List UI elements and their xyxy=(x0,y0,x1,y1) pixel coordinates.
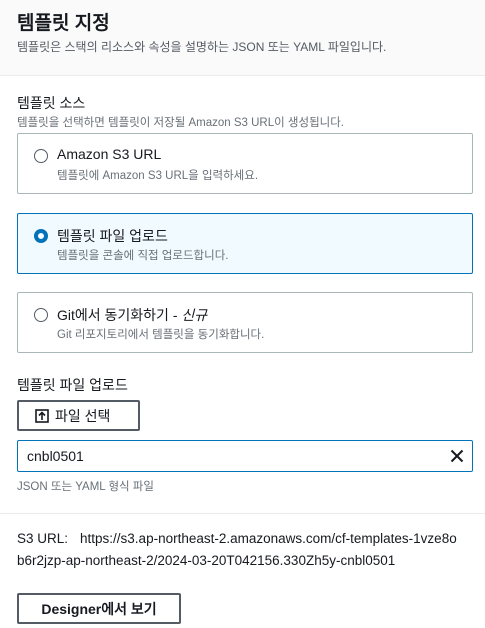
upload-icon xyxy=(35,408,49,423)
radio-upload-template-file[interactable] xyxy=(34,229,48,243)
radio-sync-from-git[interactable] xyxy=(34,308,48,322)
template-source-description: 템플릿을 선택하면 템플릿이 저장될 Amazon S3 URL이 생성됩니다. xyxy=(17,117,344,129)
page-title: 템플릿 지정 xyxy=(17,13,110,34)
view-in-designer-button[interactable]: Designer에서 보기 xyxy=(17,593,181,624)
option-upload-template-file[interactable]: 템플릿 파일 업로드 템플릿을 콘솔에 직접 업로드합니다. xyxy=(17,213,473,274)
option-title: 템플릿 파일 업로드 xyxy=(57,228,168,244)
divider xyxy=(0,513,485,514)
option-sync-from-git[interactable]: Git에서 동기화하기 - 신규 Git 리포지토리에서 템플릿을 동기화합니다… xyxy=(17,292,473,353)
s3-url: S3 URL: https://s3.ap-northeast-2.amazona… xyxy=(17,528,457,572)
upload-label: 템플릿 파일 업로드 xyxy=(17,377,128,393)
option-title: Git에서 동기화하기 - 신규 xyxy=(57,305,207,325)
clear-icon[interactable] xyxy=(450,449,464,463)
file-name: cnbl0501 xyxy=(27,448,84,464)
choose-file-button[interactable]: 파일 선택 xyxy=(17,400,140,431)
template-source-label: 템플릿 소스 xyxy=(17,95,86,111)
file-format-hint: JSON 또는 YAML 형식 파일 xyxy=(17,481,154,493)
option-amazon-s3-url[interactable]: Amazon S3 URL 템플릿에 Amazon S3 URL을 입력하세요. xyxy=(17,133,473,194)
s3-url-value: https://s3.ap-northeast-2.amazonaws.com/… xyxy=(17,531,457,568)
selected-file-field[interactable]: cnbl0501 xyxy=(17,440,473,472)
new-badge: 신규 xyxy=(181,307,208,323)
radio-amazon-s3-url[interactable] xyxy=(34,149,48,163)
option-description: Git 리포지토리에서 템플릿을 동기화합니다. xyxy=(57,329,265,341)
s3-url-label: S3 URL: xyxy=(17,531,69,546)
page-description: 템플릿은 스택의 리소스와 속성을 설명하는 JSON 또는 YAML 파일입니… xyxy=(17,40,387,54)
option-title-text: Git에서 동기화하기 - xyxy=(57,307,182,323)
choose-file-label: 파일 선택 xyxy=(55,407,111,424)
option-description: 템플릿에 Amazon S3 URL을 입력하세요. xyxy=(57,170,259,182)
option-title: Amazon S3 URL xyxy=(57,146,162,162)
page-header: 템플릿 지정 템플릿은 스택의 리소스와 속성을 설명하는 JSON 또는 YA… xyxy=(0,0,485,76)
option-description: 템플릿을 콘솔에 직접 업로드합니다. xyxy=(57,250,229,262)
